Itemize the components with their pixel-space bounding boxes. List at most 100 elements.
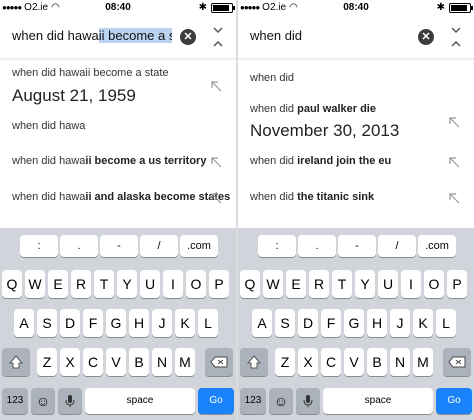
fill-query-arrow-icon[interactable] (210, 192, 222, 204)
key-h[interactable]: H (129, 309, 149, 337)
key-h[interactable]: H (367, 309, 387, 337)
microphone-key[interactable] (58, 388, 82, 414)
suggestion-item[interactable]: when did hawaii and alaska become states (12, 191, 230, 203)
key-l[interactable]: L (198, 309, 218, 337)
suggestion-item[interactable]: when did hawaii become a us territory (12, 155, 206, 167)
numbers-key[interactable]: 123 (240, 388, 266, 414)
key-e[interactable]: E (286, 270, 306, 298)
key-slash[interactable]: / (378, 235, 416, 257)
shift-key[interactable] (240, 348, 268, 376)
key-n[interactable]: N (390, 348, 410, 376)
suggestion-item[interactable]: when did hawa (12, 120, 85, 132)
key-i[interactable]: I (401, 270, 421, 298)
fill-query-arrow-icon[interactable] (210, 80, 222, 92)
key-dot[interactable]: . (298, 235, 336, 257)
key-g[interactable]: G (106, 309, 126, 337)
key-dash[interactable]: - (100, 235, 138, 257)
key-v[interactable]: V (344, 348, 364, 376)
suggestion-item[interactable]: when did the titanic sink (250, 191, 374, 203)
space-key[interactable]: space (323, 388, 433, 414)
key-f[interactable]: F (321, 309, 341, 337)
emoji-key[interactable]: ☺ (269, 388, 293, 414)
key-colon[interactable]: : (20, 235, 58, 257)
key-w[interactable]: W (263, 270, 283, 298)
key-x[interactable]: X (60, 348, 80, 376)
go-key[interactable]: Go (436, 388, 472, 414)
key-c[interactable]: C (321, 348, 341, 376)
shift-icon (246, 355, 262, 369)
search-input[interactable]: when did (250, 28, 410, 43)
search-input[interactable]: when did hawaii become a s… (12, 28, 172, 43)
key-b[interactable]: B (129, 348, 149, 376)
fill-query-arrow-icon[interactable] (448, 116, 460, 128)
key-dotcom[interactable]: .com (418, 235, 456, 257)
suggestion-item[interactable]: when did ireland join the eu (250, 155, 391, 167)
key-dash[interactable]: - (338, 235, 376, 257)
clear-search-button[interactable]: ✕ (418, 29, 434, 45)
key-y[interactable]: Y (117, 270, 137, 298)
key-r[interactable]: R (309, 270, 329, 298)
key-g[interactable]: G (344, 309, 364, 337)
key-k[interactable]: K (175, 309, 195, 337)
fill-query-arrow-icon[interactable] (448, 192, 460, 204)
key-colon[interactable]: : (258, 235, 296, 257)
fill-query-arrow-icon[interactable] (210, 156, 222, 168)
microphone-key[interactable] (296, 388, 320, 414)
key-u[interactable]: U (378, 270, 398, 298)
suggestion-item[interactable]: when did paul walker die (250, 103, 376, 115)
key-v[interactable]: V (106, 348, 126, 376)
key-x[interactable]: X (298, 348, 318, 376)
key-s[interactable]: S (37, 309, 57, 337)
key-l[interactable]: L (436, 309, 456, 337)
key-q[interactable]: Q (240, 270, 260, 298)
key-w[interactable]: W (25, 270, 45, 298)
backspace-key[interactable] (443, 348, 471, 376)
key-d[interactable]: D (60, 309, 80, 337)
key-j[interactable]: J (390, 309, 410, 337)
go-key[interactable]: Go (198, 388, 234, 414)
key-b[interactable]: B (367, 348, 387, 376)
numbers-key[interactable]: 123 (2, 388, 28, 414)
clear-search-button[interactable]: ✕ (180, 29, 196, 45)
key-p[interactable]: P (447, 270, 467, 298)
status-bar: ●●●●● O2.ie ◠ 08:40 ✱ (0, 0, 236, 16)
key-c[interactable]: C (83, 348, 103, 376)
key-r[interactable]: R (71, 270, 91, 298)
backspace-icon (210, 356, 228, 368)
key-dot[interactable]: . (60, 235, 98, 257)
key-a[interactable]: A (252, 309, 272, 337)
shift-key[interactable] (2, 348, 30, 376)
key-e[interactable]: E (48, 270, 68, 298)
key-k[interactable]: K (413, 309, 433, 337)
key-n[interactable]: N (152, 348, 172, 376)
key-o[interactable]: O (424, 270, 444, 298)
key-m[interactable]: M (413, 348, 433, 376)
key-z[interactable]: Z (275, 348, 295, 376)
key-dotcom[interactable]: .com (180, 235, 218, 257)
key-i[interactable]: I (163, 270, 183, 298)
key-a[interactable]: A (14, 309, 34, 337)
suggestion-item[interactable]: when did hawaii become a state (12, 67, 169, 79)
key-z[interactable]: Z (37, 348, 57, 376)
collapse-icon[interactable] (450, 26, 462, 48)
space-key[interactable]: space (85, 388, 195, 414)
key-u[interactable]: U (140, 270, 160, 298)
fill-query-arrow-icon[interactable] (448, 156, 460, 168)
key-t[interactable]: T (94, 270, 114, 298)
suggestion-item[interactable]: when did (250, 72, 294, 84)
key-f[interactable]: F (83, 309, 103, 337)
collapse-icon[interactable] (212, 26, 224, 48)
key-j[interactable]: J (152, 309, 172, 337)
key-slash[interactable]: / (140, 235, 178, 257)
key-d[interactable]: D (298, 309, 318, 337)
key-y[interactable]: Y (355, 270, 375, 298)
key-o[interactable]: O (186, 270, 206, 298)
key-p[interactable]: P (209, 270, 229, 298)
key-q[interactable]: Q (2, 270, 22, 298)
key-s[interactable]: S (275, 309, 295, 337)
key-t[interactable]: T (332, 270, 352, 298)
backspace-key[interactable] (205, 348, 233, 376)
search-bar: when did hawaii become a s… ✕ (0, 16, 236, 59)
emoji-key[interactable]: ☺ (31, 388, 55, 414)
key-m[interactable]: M (175, 348, 195, 376)
